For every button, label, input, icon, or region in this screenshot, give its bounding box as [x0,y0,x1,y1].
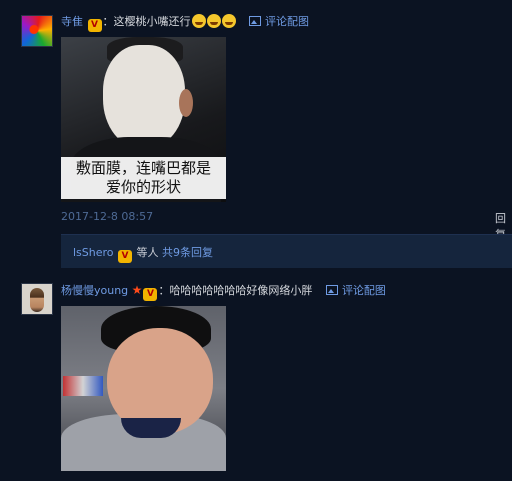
star-icon: ★ [131,283,143,297]
laughing-crying-emoji-icon [191,14,206,28]
comment-1-timestamp: 2017-12-8 08:57 [61,210,154,223]
avatar-user-1[interactable] [21,15,53,47]
comment-2-image-link-label: 评论配图 [341,284,386,297]
photo-caption-line-1: 敷面膜，连嘴巴都是 [75,159,211,177]
replies-line: lsShero V 等人 共9条回复 [73,244,213,263]
comment-1-image-link-label: 评论配图 [265,15,309,28]
laughing-crying-emoji-icon [206,14,221,28]
face-mask [103,45,185,149]
comment-1-username[interactable]: 寺隹 [61,15,83,28]
reply-username[interactable]: lsShero [73,246,114,259]
vip-badge-icon[interactable]: V [118,250,133,263]
replies-summary: lsShero V 等人 共9条回复 [61,234,512,268]
vip-badge-icon[interactable]: V [143,288,158,301]
comment-2-content: 哈哈哈哈哈哈哈好像网络小胖 [169,284,313,297]
image-icon [249,16,261,26]
vip-badge-icon[interactable]: V [87,19,102,32]
comment-1-separator: ： [102,15,114,28]
comment-2-text-line: 杨慢慢young ★ V ：哈哈哈哈哈哈哈好像网络小胖 评论配图 [61,282,386,301]
photo-caption: 敷面膜，连嘴巴都是 爱你的形状 [61,157,226,199]
replies-middle-text: 等人 [136,246,159,259]
comment-2-username[interactable]: 杨慢慢young [61,284,128,297]
photo-caption-line-2: 爱你的形状 [105,178,181,196]
laughing-crying-emoji-icon [221,14,236,28]
avatar-user-2[interactable] [21,283,53,315]
comment-1-image-link[interactable]: 评论配图 [249,15,309,28]
comment-1-text-line: 寺隹 V ：这樱桃小嘴还行 评论配图 [61,13,309,32]
comment-2-photo[interactable] [61,306,226,471]
comment-1-content: 这樱桃小嘴还行 [113,15,191,28]
comment-2-image-link[interactable]: 评论配图 [325,284,386,297]
comment-2-separator: ： [158,284,170,297]
image-icon [325,285,338,295]
comment-1-photo[interactable]: 敷面膜，连嘴巴都是 爱你的形状 [61,37,226,202]
replies-count-link[interactable]: 共9条回复 [162,246,213,259]
